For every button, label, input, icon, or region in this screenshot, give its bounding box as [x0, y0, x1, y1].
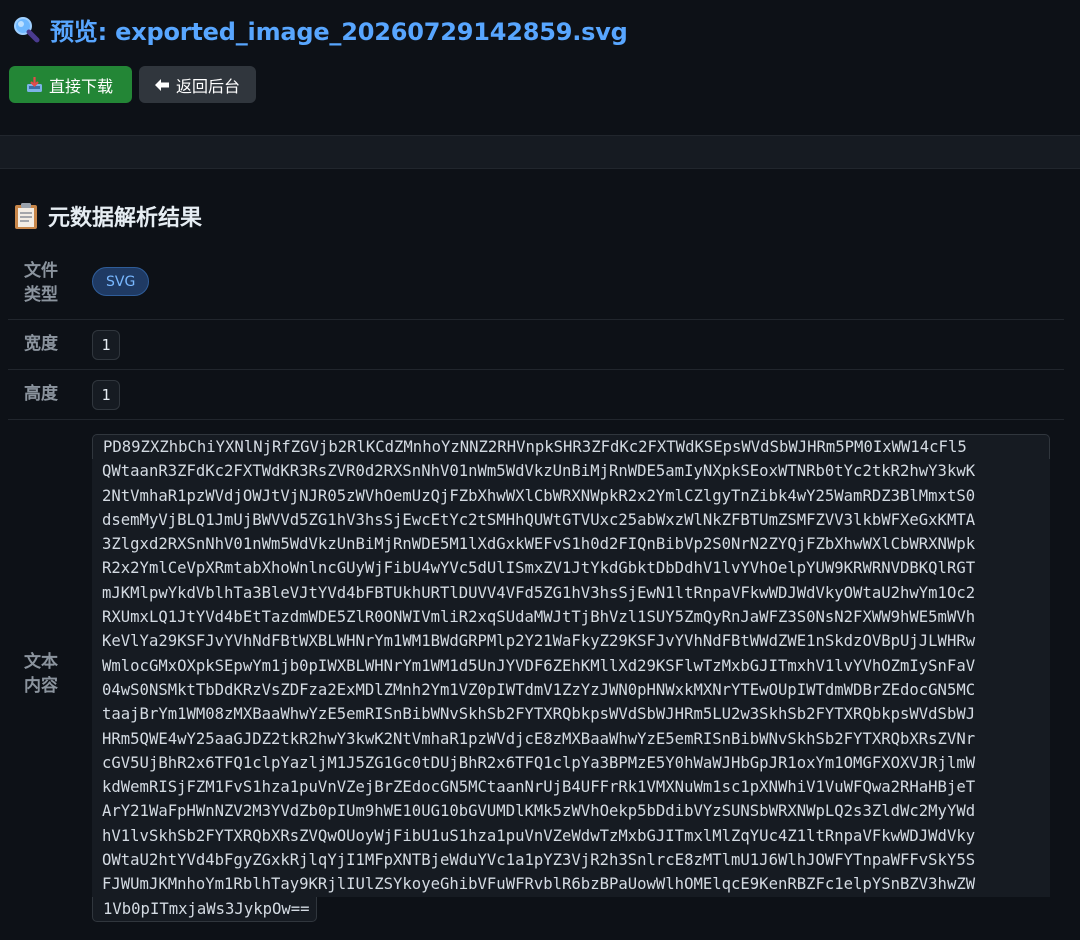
code-line: OWtaU2htYVd4bFgyZGxkRjlqYjI1MFpXNTBjeWdu…: [92, 848, 1050, 873]
height-label: 高度: [24, 384, 58, 404]
page-title-row: 预览: exported_image_20260729142859.svg: [12, 10, 628, 48]
row-text-content: 文本 内容 PD89ZXZhbChiYXNlNjRfZGVjb2RlKCdZMn…: [8, 420, 1064, 940]
section-header: 元数据解析结果: [14, 199, 202, 233]
code-line: taajBrYm1WM08zMXBaaWhwYzE5emRISnBibWNvSk…: [92, 702, 1050, 727]
back-button[interactable]: 返回后台: [139, 66, 256, 103]
code-line: RXUmxLQ1JtYVd4bEtTazdmWDE5ZlR0ONWIVmliR2…: [92, 605, 1050, 630]
code-line: PD89ZXZhbChiYXNlNjRfZGVjb2RlKCdZMnhoYzNN…: [92, 434, 1050, 460]
file-type-badge: SVG: [92, 267, 150, 296]
code-line: R2x2YmlCeVpXRmtabXhoWnlncGUyWjFibU4wYVc5…: [92, 556, 1050, 581]
code-line: FJWUmJKMnhoYm1RblhTay9KRjlIUlZSYkoyeGhib…: [92, 872, 1050, 897]
download-button[interactable]: 直接下载: [9, 66, 132, 103]
left-arrow-icon: [155, 78, 169, 91]
text-content-label: 文本 内容: [24, 652, 58, 696]
code-line: cGV5UjBhR2x6TFQ1clpYazljM1J5ZG1Gc0tDUjBh…: [92, 750, 1050, 776]
row-file-type: 文件 类型 SVG: [8, 250, 1064, 320]
height-value: 1: [92, 380, 120, 410]
code-line: ArY21WaFpHWnNZV2M3YVdZb0pIUm9hWE10UG10bG…: [92, 799, 1050, 824]
code-line: 2NtVmhaR1pzWVdjOWJtVjNJR05zWVhOemUzQjFZb…: [92, 483, 1050, 508]
code-line: KeVlYa29KSFJvYVhNdFBtWXBLWHNrYm1WM1BWdGR…: [92, 629, 1050, 654]
file-type-label: 文件 类型: [24, 261, 58, 305]
code-line: 04wS0NSMktTbDdKRzVsZDFza2ExMDlZMnh2Ym1VZ…: [92, 677, 1050, 703]
page-title: 预览: exported_image_20260729142859.svg: [50, 17, 628, 46]
row-height: 高度 1: [8, 370, 1064, 420]
magnifier-icon: [14, 17, 40, 43]
code-line: 1Vb0pITmxjaWs3JykpOw==: [92, 896, 317, 922]
width-value: 1: [92, 330, 120, 360]
code-line: 3Zlgxd2RXSnNhV01nWm5WdVkzUnBiMjRnWDE5M1l…: [92, 532, 1050, 557]
download-button-label: 直接下载: [49, 76, 114, 96]
code-line: WmlocGMxOXpkSEpwYm1jb0pIWXBLWHNrYm1WM1d5…: [92, 653, 1050, 678]
section-title: 元数据解析结果: [48, 206, 203, 231]
code-line: mJKMlpwYkdVblhTa3BleVJtYVd4bFBTUkhURTlDU…: [92, 580, 1050, 606]
inbox-tray-icon: [27, 77, 42, 92]
row-width: 宽度 1: [8, 320, 1064, 370]
code-line: QWtaanR3ZFdKc2FXTWdKR3RsZVR0d2RXSnNhV01n…: [92, 459, 1050, 484]
divider: [0, 135, 1080, 169]
width-label: 宽度: [24, 334, 58, 354]
back-button-label: 返回后台: [176, 76, 241, 96]
code-line: dsemMyVjBLQ1JmUjBWVVd5ZG1hV3hsSjEwcEtYc2…: [92, 507, 1050, 533]
toolbar: 直接下载 返回后台: [9, 66, 256, 103]
metadata-table: 文件 类型 SVG 宽度 1 高度 1 文本 内容 PD89ZXZhbChiYX…: [8, 250, 1064, 940]
clipboard-icon: [15, 203, 37, 229]
code-line: kdWemRISjFZM1FvS1hza1puVnVZejBrZEdocGN5M…: [92, 775, 1050, 800]
code-line: hV1lvSkhSb2FYTXRQbXRsZVQwOUoyWjFibU1uS1h…: [92, 823, 1050, 849]
code-line: HRm5QWE4wY25aaGJDZ2tkR2hwY3kwK2NtVmhaR1p…: [92, 726, 1050, 751]
text-content-code: PD89ZXZhbChiYXNlNjRfZGVjb2RlKCdZMnhoYzNN…: [92, 434, 1050, 922]
